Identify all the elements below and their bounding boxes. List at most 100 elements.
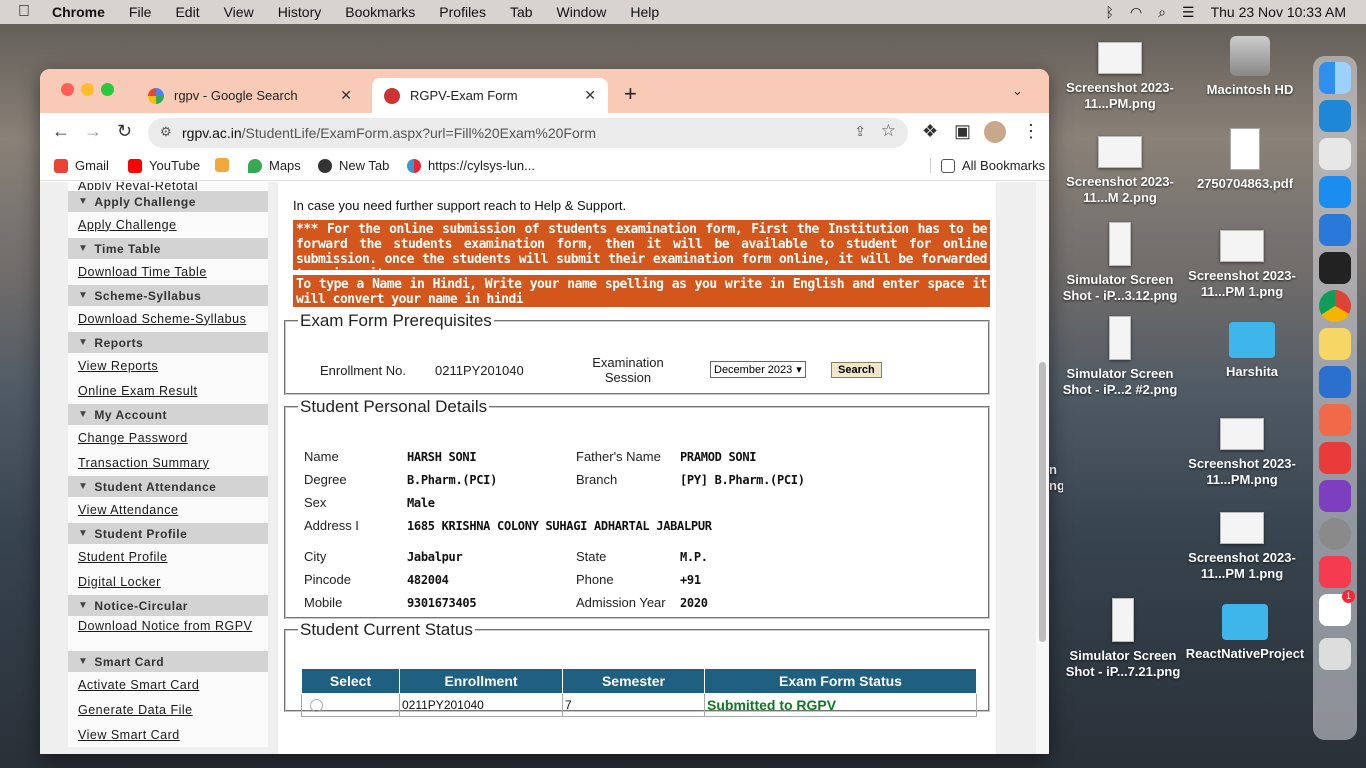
desktop-file-screenshot[interactable]: Screenshot 2023-11...PM.png [1055,42,1185,112]
menu-tab[interactable]: Tab [510,4,533,20]
desktop-file-pdf[interactable]: 2750704863.pdf [1180,128,1310,192]
sidebar-section-header[interactable]: ▼ Scheme-Syllabus [68,284,268,306]
side-panel-icon[interactable]: ▣ [954,121,971,142]
page-scrollbar[interactable] [1036,182,1049,754]
address-bar[interactable]: ⚙ rgpv.ac.in/StudentLife/ExamForm.aspx?u… [148,118,908,148]
sidebar-section-header[interactable]: ▼ Apply Challenge [68,190,268,212]
close-window-icon[interactable] [61,83,74,96]
sidebar-link[interactable]: Online Exam Result [68,378,268,403]
desktop-file-simulator-shot-3[interactable]: Simulator Screen Shot - iP...7.21.png [1058,598,1188,680]
wifi-off-icon[interactable]: ◠ [1130,4,1142,21]
sidebar-section-header[interactable]: ▼ Smart Card [68,650,268,672]
bookmark-youtube[interactable]: YouTube [128,158,200,173]
desktop-file-screenshot-3[interactable]: Screenshot 2023-11...PM.png [1177,418,1307,488]
sidebar-link[interactable]: Digital Locker [68,569,268,594]
xcode-icon[interactable] [1319,214,1351,246]
apple-icon[interactable]:  [18,3,38,21]
app-store-icon[interactable] [1319,176,1351,208]
finder-icon[interactable] [1319,62,1351,94]
control-center-icon[interactable]: ☰ [1182,4,1195,21]
tab-search-chevron-icon[interactable]: ⌄ [1012,83,1023,99]
notes-icon[interactable] [1319,328,1351,360]
site-info-icon[interactable]: ⚙ [160,124,172,140]
system-settings-icon[interactable] [1319,518,1351,550]
sidebar-section-header[interactable]: ▼ Student Profile [68,522,268,544]
bookmark-cylsys[interactable]: https://cylsys-lun... [407,158,535,173]
sidebar-link[interactable]: Activate Smart Card [68,672,268,697]
zoom-window-icon[interactable] [101,83,114,96]
menu-bookmarks[interactable]: Bookmarks [345,4,415,20]
desktop-folder-harshita[interactable]: Harshita [1187,322,1317,380]
sidebar-link[interactable]: View Smart Card [68,722,268,747]
github-desktop-icon[interactable] [1319,480,1351,512]
spotlight-search-icon[interactable]: ⌕ [1158,4,1166,21]
all-bookmarks-button[interactable]: All Bookmarks [930,158,1045,173]
sidebar-link[interactable]: View Attendance [68,497,268,522]
bluetooth-icon[interactable]: ᛒ [1106,4,1114,20]
sidebar-link[interactable]: Download Scheme-Syllabus [68,306,268,331]
close-tab-icon[interactable]: ✕ [584,87,596,104]
vscode-icon[interactable] [1319,100,1351,132]
sidebar-link[interactable]: Transaction Summary [68,450,268,475]
menu-edit[interactable]: Edit [175,4,199,20]
bookmark-maps[interactable]: Maps [248,158,301,173]
desktop-file-simulator-shot[interactable]: Simulator Screen Shot - iP...3.12.png [1055,222,1185,304]
bookmark-gmail[interactable]: Gmail [54,158,109,173]
sidebar-link[interactable]: Apply Challenge [68,212,268,237]
bookmark-unnamed[interactable] [215,158,229,172]
menu-view[interactable]: View [224,4,254,20]
menu-profiles[interactable]: Profiles [439,4,486,20]
sidebar-link[interactable]: Change Password [68,425,268,450]
reload-icon[interactable]: ↻ [117,121,132,142]
sidebar-section-header[interactable]: ▼ My Account [68,403,268,425]
menu-app-chrome[interactable]: Chrome [52,4,105,20]
chrome-menu-icon[interactable]: ⋮ [1022,121,1040,142]
select-radio[interactable] [310,699,323,713]
desktop-drive-macintosh-hd[interactable]: Macintosh HD [1185,36,1315,98]
exam-session-select[interactable]: December 2023 ▾ [710,361,806,378]
forward-arrow-icon[interactable]: → [84,121,102,142]
sidebar-link[interactable]: Student Profile [68,544,268,569]
sidebar-section-header[interactable]: ▼ Student Attendance [68,475,268,497]
sidebar-section-header[interactable]: ▼ Reports [68,331,268,353]
close-tab-icon[interactable]: ✕ [340,87,352,104]
menu-window[interactable]: Window [557,4,607,20]
tab-rgpv-exam-form[interactable]: RGPV-Exam Form ✕ [372,78,608,113]
sidebar-link[interactable]: Download Time Table [68,259,268,284]
desktop-folder-reactnative[interactable]: ReactNativeProject [1180,604,1310,662]
profile-avatar[interactable] [984,121,1006,143]
scrollbar-thumb[interactable] [1039,362,1046,642]
tab-google-search[interactable]: rgpv - Google Search ✕ [136,78,364,113]
slack-icon[interactable]: 1 [1319,590,1355,626]
pencil-app-icon[interactable] [1319,404,1351,436]
desktop-file-screenshot-pm1[interactable]: Screenshot 2023-11...PM 1.png [1177,230,1307,300]
share-icon[interactable]: ⇪ [854,123,866,140]
sidebar-link[interactable]: View Reports [68,353,268,378]
bookmark-new-tab[interactable]: New Tab [318,158,389,173]
sidebar-section-header[interactable]: ▼ Notice-Circular [68,594,268,616]
minimize-window-icon[interactable] [81,83,94,96]
trash-icon[interactable] [1319,638,1351,670]
extensions-puzzle-icon[interactable]: ❖ [922,121,938,142]
desktop-file-simulator-shot-2[interactable]: Simulator Screen Shot - iP...2 #2.png [1055,316,1185,398]
chrome-icon[interactable] [1319,290,1351,322]
sidebar-link[interactable]: Generate Data File [68,697,268,722]
menu-history[interactable]: History [278,4,322,20]
terminal-icon[interactable] [1319,252,1351,284]
desktop-file-screenshot-2[interactable]: Screenshot 2023-11...M 2.png [1055,136,1185,206]
search-button[interactable]: Search [831,362,882,378]
launchpad-icon[interactable] [1319,138,1351,170]
anydesk-icon[interactable] [1319,442,1351,474]
music-icon[interactable] [1319,556,1351,588]
new-tab-button[interactable]: + [624,81,637,107]
desktop-file-screenshot-4[interactable]: Screenshot 2023-11...PM 1.png [1177,512,1307,582]
bookmark-star-icon[interactable]: ☆ [881,121,896,141]
back-arrow-icon[interactable]: ← [52,121,70,142]
menu-help[interactable]: Help [630,4,659,20]
menubar-clock[interactable]: Thu 23 Nov 10:33 AM [1211,4,1346,20]
sidebar-link[interactable]: Download Notice from RGPV [68,616,268,650]
instruments-icon[interactable] [1319,366,1351,398]
menu-file[interactable]: File [129,4,152,20]
sidebar-section-header[interactable]: ▼ Time Table [68,237,268,259]
sidebar-link-partial[interactable]: Apply Reval-Retotal [68,182,268,190]
